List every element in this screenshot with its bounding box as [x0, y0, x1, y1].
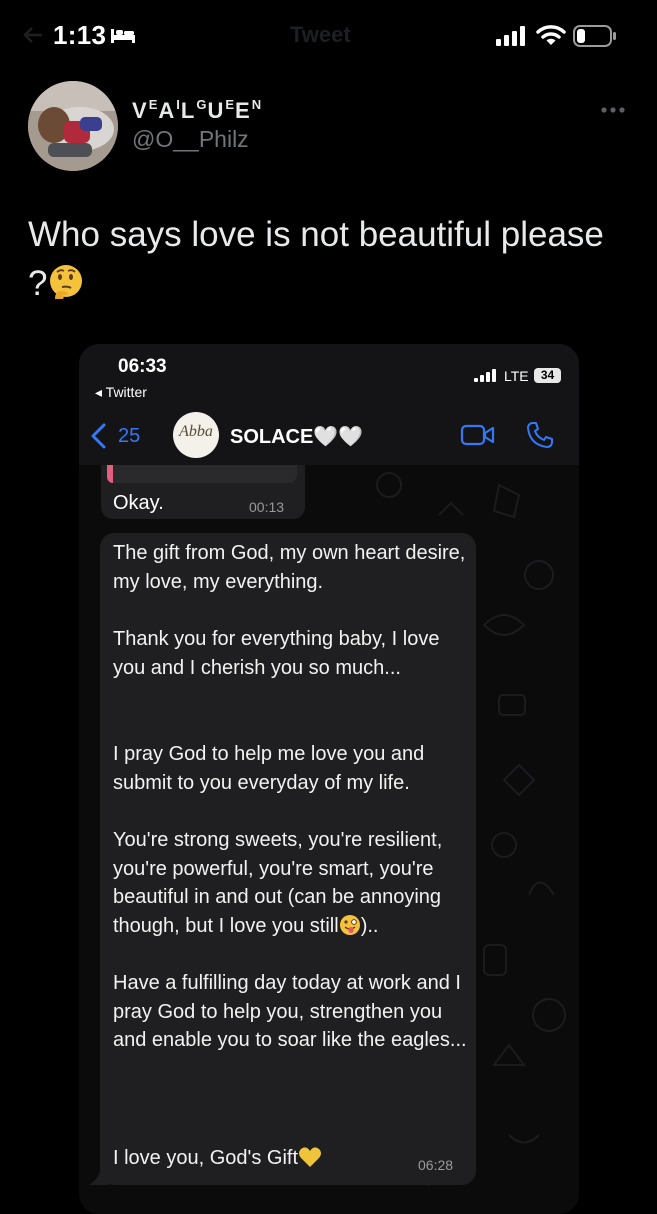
chevron-left-icon[interactable]: [89, 422, 107, 455]
chat-background: Okay. 00:13 The gift from God, my own he…: [79, 465, 579, 1214]
message-paragraph: The gift from God, my own heart desire, …: [113, 542, 466, 593]
page-title-ghost: Tweet: [290, 22, 351, 47]
previous-message-time: 00:13: [249, 499, 285, 515]
message-paragraph: Thank you for everything baby, I love yo…: [113, 628, 440, 679]
previous-message-bubble[interactable]: Okay. 00:13: [101, 465, 305, 519]
quoted-reply: [107, 465, 297, 483]
chat-header: 25 Abba SOLACE🤍🤍: [79, 408, 579, 466]
author-handle[interactable]: @O__Philz: [132, 126, 249, 153]
unread-count[interactable]: 25: [118, 425, 140, 448]
more-options-icon[interactable]: [600, 101, 626, 119]
message-paragraph: I pray God to help me love you and submi…: [113, 743, 425, 794]
quoted-reply-bar: [107, 465, 113, 483]
embedded-back-to-twitter: ◂ Twitter: [95, 384, 147, 400]
message-paragraph: Have a fulfilling day today at work and …: [113, 972, 467, 1052]
battery-icon: [573, 25, 617, 52]
message-paragraph: You're strong sweets, you're resilient, …: [113, 826, 473, 944]
contact-name[interactable]: SOLACE🤍🤍: [230, 424, 363, 449]
embedded-battery-icon: 34: [534, 368, 561, 383]
message-time: 06:28: [418, 1157, 454, 1173]
phone-call-icon[interactable]: [525, 420, 555, 455]
embedded-status-time: 06:33: [118, 356, 167, 377]
author-display-name[interactable]: VEAILGUEEN: [132, 97, 262, 124]
tweet-text: Who says love is not beautiful please ?: [28, 210, 628, 314]
tweet-media-screenshot[interactable]: 06:33 ◂ Twitter LTE 34 25 Abba SOLACE🤍🤍: [79, 344, 579, 1214]
winking-tongue-emoji-icon: [339, 914, 361, 945]
contact-avatar[interactable]: Abba: [173, 412, 219, 458]
yellow-heart-emoji-icon: [298, 1146, 322, 1177]
back-arrow-icon[interactable]: [22, 24, 44, 51]
author-avatar[interactable]: [28, 81, 118, 171]
video-call-icon[interactable]: [460, 423, 496, 452]
embedded-signal-icon: [474, 369, 498, 387]
thinking-face-emoji-icon: [47, 263, 85, 314]
wifi-icon: [536, 24, 566, 51]
embedded-network-type: LTE: [504, 368, 529, 384]
embedded-status-bar: 06:33 ◂ Twitter LTE 34: [79, 344, 579, 408]
message-bubble[interactable]: The gift from God, my own heart desire, …: [100, 533, 476, 1185]
status-bar: 1:13 Tweet: [0, 0, 657, 72]
previous-message-text: Okay.: [113, 492, 164, 514]
status-time: 1:13: [53, 20, 107, 50]
cellular-signal-icon: [496, 26, 528, 51]
sleep-bed-icon: [110, 26, 136, 49]
